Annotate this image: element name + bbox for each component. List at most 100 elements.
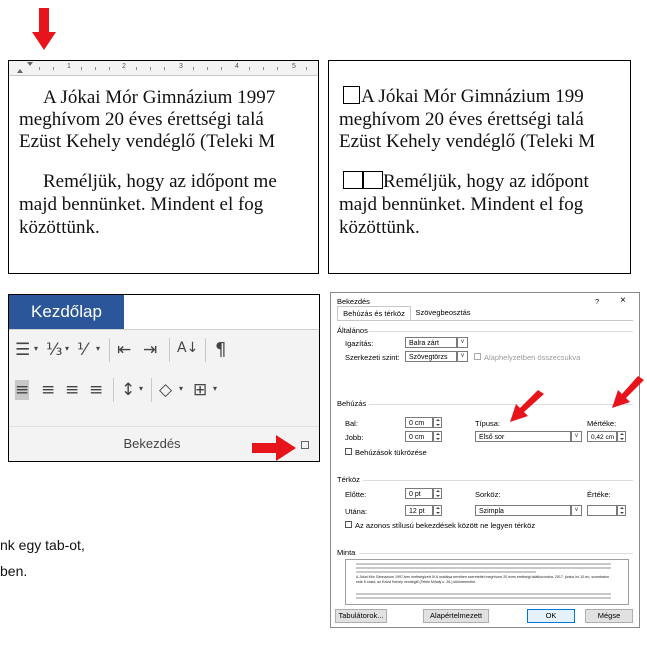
ruler-number: 2 — [122, 63, 126, 70]
doc-line: meghívom 20 éves érettségi talá — [19, 109, 264, 130]
numbering-icon[interactable]: ⅓ — [46, 340, 62, 360]
section-header-preview: Minta — [337, 548, 356, 557]
collapsed-checkbox[interactable] — [474, 353, 481, 360]
collapsed-label: Alaphelyzetben összecsukva — [484, 353, 581, 362]
spacing-after-input[interactable]: 12 pt — [405, 505, 433, 516]
spacing-before-label: Előtte: — [345, 490, 367, 499]
preview-box: A Jókai Mór Gimnázium 1997-ben érettségi… — [345, 559, 629, 605]
cancel-button[interactable]: Mégse — [585, 609, 633, 623]
set-default-button[interactable]: Alapértelmezett — [423, 609, 489, 623]
chevron-down-icon[interactable]: v — [457, 337, 468, 348]
tab-mark-icon — [343, 86, 360, 104]
indent-by-spinner[interactable] — [617, 431, 626, 442]
ruler-number: 5 — [292, 63, 296, 70]
dialog-title: Bekezdés — [337, 297, 370, 306]
pilcrow-icon[interactable]: ¶ — [215, 339, 226, 360]
special-type-select[interactable]: Első sor — [475, 431, 571, 442]
outline-level-label: Szerkezeti szint: — [345, 353, 400, 362]
dialog-launcher-icon[interactable] — [301, 441, 309, 449]
decrease-indent-icon[interactable]: ⇤ — [117, 340, 131, 360]
doc-line: Reméljük, hogy az időpont — [343, 171, 589, 193]
doc-line: Ezüst Kehely vendéglő (Teleki M — [339, 131, 596, 152]
alignment-label: Igazítás: — [345, 339, 374, 348]
spacing-before-spinner[interactable] — [433, 488, 442, 499]
paragraph-dialog: Bekezdés ? × Behúzás és térköz Szövegbeo… — [330, 292, 640, 628]
spacing-after-spinner[interactable] — [433, 505, 442, 516]
ruler-number: 3 — [179, 63, 183, 70]
chevron-down-icon[interactable]: ▾ — [65, 344, 69, 353]
bullets-icon[interactable]: ☰ — [15, 340, 30, 360]
spacing-after-label: Utána: — [345, 507, 368, 516]
close-icon[interactable]: × — [620, 295, 626, 306]
chevron-down-icon[interactable]: v — [571, 505, 582, 516]
indent-by-input[interactable]: 0,42 cm — [587, 431, 617, 442]
doc-line: A Jókai Mór Gimnázium 199 — [343, 86, 584, 108]
tab-label: Szövegbeosztás — [415, 308, 471, 317]
chevron-down-icon[interactable]: ▾ — [213, 384, 217, 393]
spacing-at-spinner[interactable] — [617, 505, 626, 516]
partial-text-line: nk egy tab-ot, — [0, 537, 85, 553]
tab-line-page-breaks[interactable]: Szövegbeosztás — [411, 306, 475, 320]
group-divider — [9, 426, 319, 427]
red-arrow-icon — [510, 390, 544, 422]
alignment-select[interactable]: Balra zárt — [405, 337, 457, 348]
ok-button[interactable]: OK — [527, 609, 575, 623]
document-panel-tabs: A Jókai Mór Gimnázium 199 meghívom 20 év… — [328, 60, 631, 274]
sort-icon[interactable]: A↓ — [177, 340, 198, 356]
doc-line: meghívom 20 éves érettségi talá — [339, 109, 584, 130]
doc-line: közöttünk. — [339, 217, 420, 238]
tab-mark-icon — [343, 171, 363, 189]
section-header-spacing: Térköz — [337, 475, 360, 484]
indent-left-input[interactable]: 0 cm — [405, 417, 433, 428]
special-type-label: Típusa: — [475, 419, 501, 428]
line-spacing-select[interactable]: Szimpla — [475, 505, 571, 516]
shading-icon[interactable]: ◇ — [159, 380, 172, 400]
horizontal-ruler[interactable]: 1 2 3 4 5 — [9, 61, 318, 76]
tab-mark-icon — [363, 171, 383, 189]
hanging-indent-icon[interactable] — [17, 69, 23, 73]
chevron-down-icon[interactable]: v — [571, 431, 582, 442]
section-header-general: Általános — [337, 326, 368, 335]
doc-line: A Jókai Mór Gimnázium 1997 — [43, 87, 276, 108]
red-arrow-icon — [612, 376, 644, 408]
indent-left-spinner[interactable] — [433, 417, 442, 428]
preview-text: A Jókai Mór Gimnázium 1997-ben érettségi… — [356, 575, 609, 584]
doc-line: Reméljük, hogy az időpont me — [43, 171, 277, 192]
tab-indents-spacing[interactable]: Behúzás és térköz — [337, 306, 411, 321]
indent-right-spinner[interactable] — [433, 431, 442, 442]
borders-icon[interactable]: ⊞ — [193, 380, 207, 400]
align-center-icon[interactable]: ≡ — [41, 380, 55, 400]
chevron-down-icon[interactable]: ▾ — [96, 344, 100, 353]
line-spacing-label: Sorköz: — [475, 490, 501, 499]
tabs-button[interactable]: Tabulátorok... — [335, 609, 387, 623]
increase-indent-icon[interactable]: ⇥ — [143, 340, 157, 360]
chevron-down-icon[interactable]: v — [457, 351, 468, 362]
indent-right-input[interactable]: 0 cm — [405, 431, 433, 442]
indent-by-label: Mértéke: — [587, 419, 617, 428]
doc-line: Ezüst Kehely vendéglő (Teleki M — [19, 131, 276, 152]
mirror-indents-checkbox[interactable] — [345, 448, 352, 455]
indent-right-label: Jobb: — [345, 433, 364, 442]
spacing-at-input[interactable] — [587, 505, 617, 516]
align-left-icon[interactable]: ≡ — [15, 380, 30, 400]
ruler-number: 1 — [67, 63, 71, 70]
doc-line: majd bennünket. Mindent el fog — [19, 194, 264, 215]
spacing-at-label: Értéke: — [587, 490, 611, 499]
chevron-down-icon[interactable]: ▾ — [179, 384, 183, 393]
line-spacing-icon[interactable]: ↕ — [121, 380, 135, 400]
help-button[interactable]: ? — [595, 297, 599, 306]
outline-level-select[interactable]: Szövegtörzs — [405, 351, 457, 362]
red-arrow-icon — [252, 435, 296, 461]
red-arrow-icon — [32, 8, 56, 50]
align-right-icon[interactable]: ≡ — [65, 380, 79, 400]
multilevel-list-icon[interactable]: ⅟ — [77, 340, 87, 360]
spacing-before-input[interactable]: 0 pt — [405, 488, 433, 499]
document-panel-ruler: 1 2 3 4 5 A Jókai Mór Gimnázium 1997 meg… — [8, 60, 319, 274]
no-space-same-style-checkbox[interactable] — [345, 521, 352, 528]
tab-home-label: Kezdőlap — [31, 302, 102, 321]
justify-icon[interactable]: ≡ — [89, 380, 103, 400]
chevron-down-icon[interactable]: ▾ — [34, 344, 38, 353]
chevron-down-icon[interactable]: ▾ — [139, 384, 143, 393]
ruler-number: 4 — [235, 63, 239, 70]
indent-marker-icon[interactable] — [27, 62, 33, 66]
